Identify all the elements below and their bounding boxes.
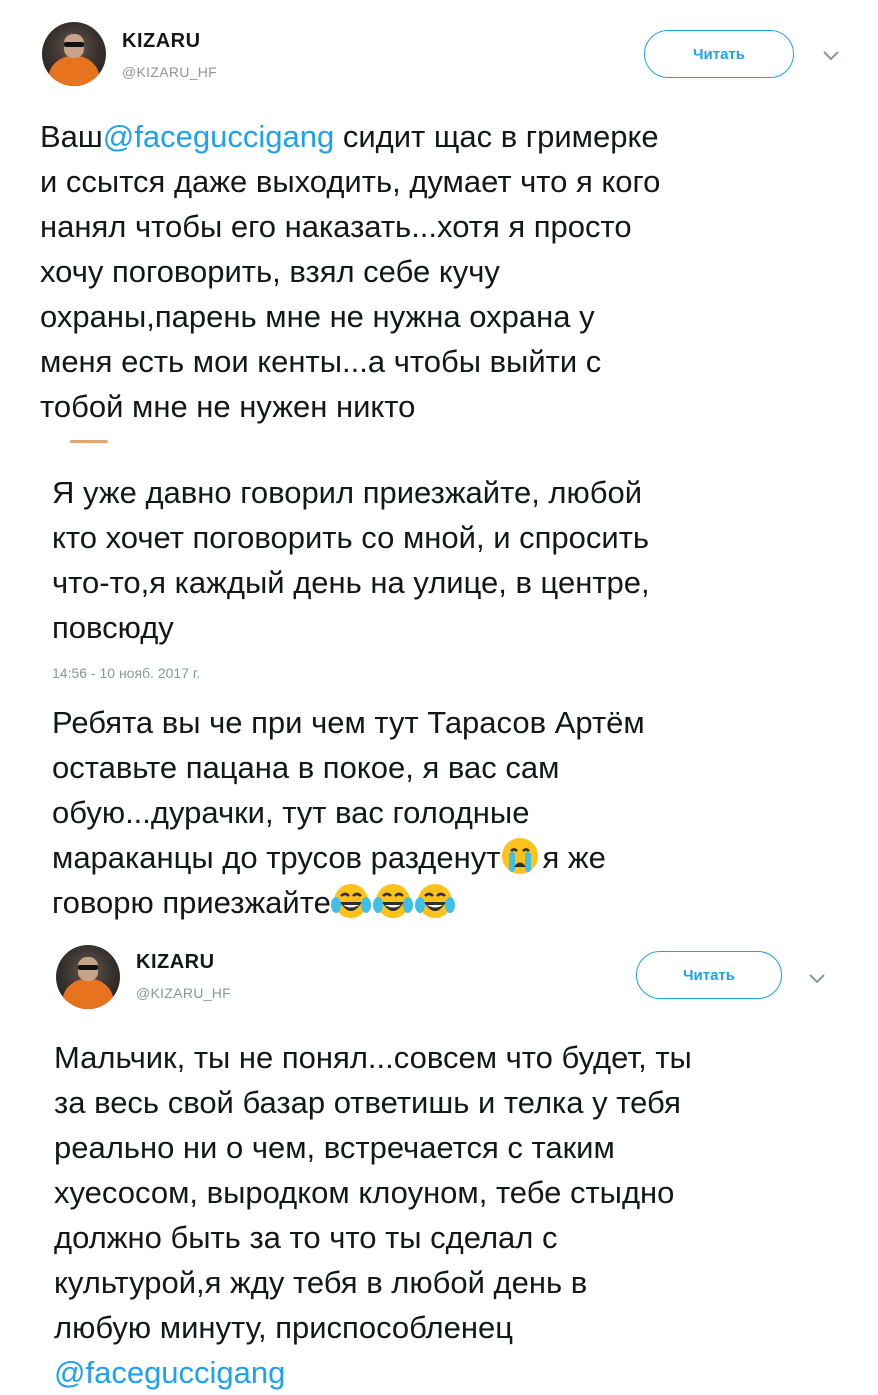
crop-divider (70, 440, 108, 443)
tears-of-joy-emoji-icon (330, 884, 371, 918)
tweet-text: Ребята вы че при чем тут Тарасов Артём о… (52, 700, 852, 925)
tweet-3: Ребята вы че при чем тут Тарасов Артём о… (0, 690, 878, 930)
avatar-hoodie (48, 56, 100, 86)
chevron-down-icon[interactable] (808, 973, 826, 985)
tweet-4: KIZARU @KIZARU_HF Читать Мальчик, ты не … (0, 935, 878, 1390)
follow-button[interactable]: Читать (636, 951, 782, 999)
avatar-hoodie (62, 979, 114, 1009)
avatar-sunglasses (78, 965, 98, 970)
mention-link[interactable]: @faceguccigang (54, 1355, 285, 1390)
author-handle[interactable]: @KIZARU_HF (122, 64, 217, 80)
tweet-text: Мальчик, ты не понял...совсем что будет,… (54, 1035, 864, 1395)
tweet-text-body: Мальчик, ты не понял...совсем что будет,… (54, 1040, 692, 1345)
tears-of-joy-emoji-icon (414, 884, 455, 918)
tweet-text-rest: сидит щас в гримерке и ссытся даже выход… (40, 119, 661, 424)
tweet-1: KIZARU @KIZARU_HF Читать Ваш@facegucciga… (0, 0, 878, 440)
tears-of-joy-emoji-icon (372, 884, 413, 918)
tweet-timestamp[interactable]: 14:56 - 10 нояб. 2017 г. (52, 665, 200, 681)
author-name[interactable]: KIZARU (136, 951, 215, 974)
avatar[interactable] (42, 22, 106, 86)
avatar[interactable] (56, 945, 120, 1009)
mention-link[interactable]: @faceguccigang (103, 119, 334, 154)
follow-button[interactable]: Читать (644, 30, 794, 78)
tweet-2: Я уже давно говорил приезжайте, любой кт… (0, 460, 878, 700)
tweet-text: Я уже давно говорил приезжайте, любой кт… (52, 475, 650, 645)
author-handle[interactable]: @KIZARU_HF (136, 985, 231, 1001)
crying-face-emoji-icon (502, 838, 539, 874)
chevron-down-icon[interactable] (822, 50, 840, 62)
author-name[interactable]: KIZARU (122, 30, 201, 53)
tweet-text-start: Ваш (40, 119, 103, 154)
tweet-text: Ваш@faceguccigang сидит щас в гримерке и… (40, 114, 860, 429)
avatar-sunglasses (64, 42, 84, 47)
